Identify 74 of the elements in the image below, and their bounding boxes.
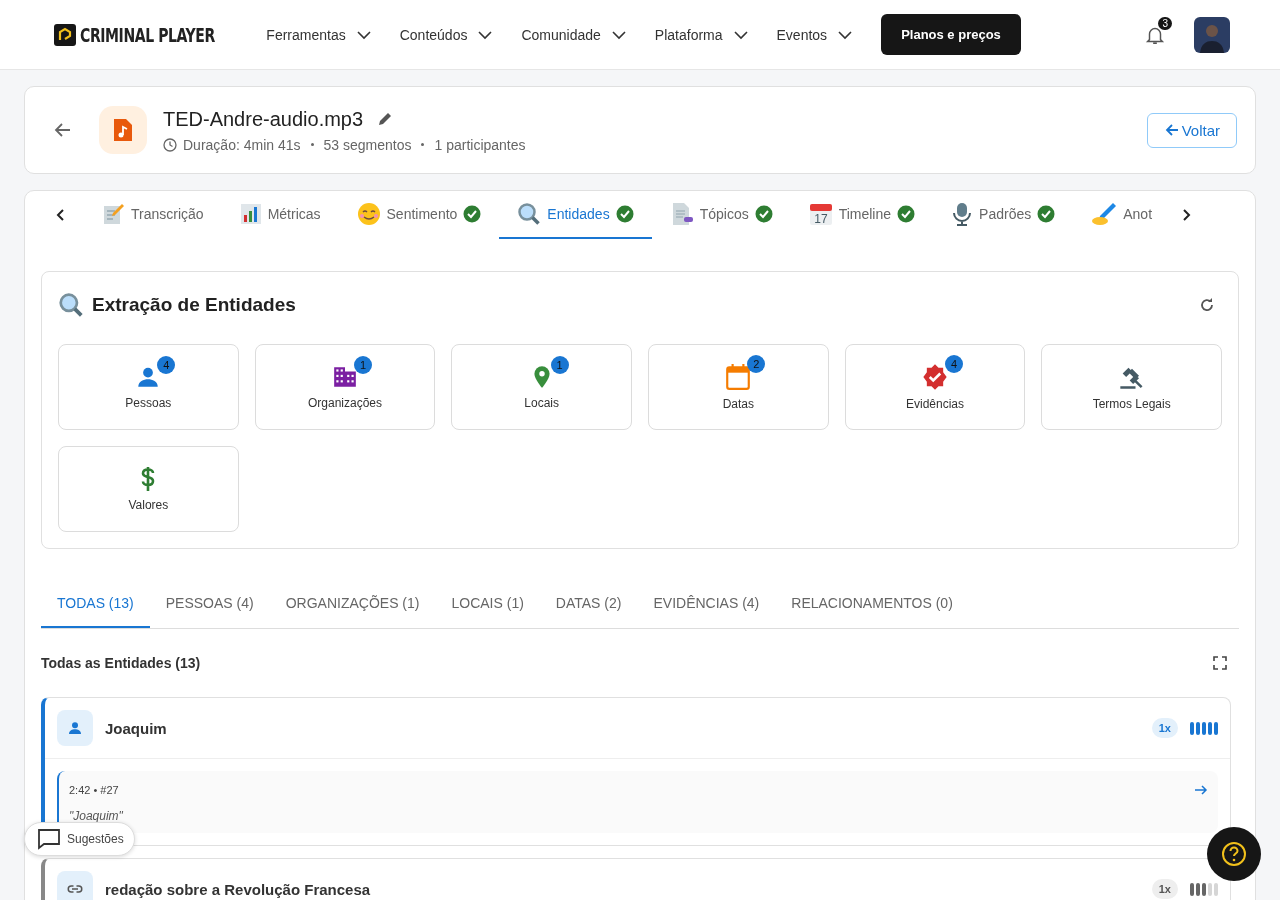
fullscreen-icon[interactable] <box>1213 656 1227 670</box>
calendar-icon <box>725 363 752 391</box>
duration-text: Duração: 4min 41s <box>183 136 301 153</box>
count-badge: 1 <box>354 356 372 374</box>
go-arrow-icon[interactable] <box>1194 783 1208 797</box>
mention-quote: "Joaquim" <box>69 809 124 823</box>
entity-name: Joaquim <box>105 719 167 737</box>
audio-file-icon <box>99 106 147 154</box>
suggestions-button[interactable]: Sugestões <box>24 822 135 856</box>
count-badge: 4 <box>945 355 963 373</box>
memo-icon <box>103 203 125 225</box>
analysis-tab[interactable]: Anot <box>1073 191 1171 239</box>
search-icon <box>517 202 542 226</box>
filter-tab[interactable]: TODAS (13) <box>41 579 150 628</box>
microphone-icon <box>951 202 974 226</box>
segments-text: 53 segmentos <box>323 136 412 153</box>
analysis-tab[interactable]: Tópicos <box>651 191 791 239</box>
analysis-tab[interactable]: Transcrição <box>85 191 222 239</box>
chevron-right-icon[interactable] <box>1180 208 1193 222</box>
logo-icon <box>54 23 76 46</box>
nav-menu[interactable]: Comunidade <box>509 20 639 49</box>
avatar[interactable] <box>1194 16 1230 53</box>
chat-icon <box>37 828 61 850</box>
refresh-icon[interactable] <box>1198 296 1216 314</box>
list-title: Todas as Entidades (13) <box>41 655 201 671</box>
section-title: Extração de Entidades <box>92 294 296 316</box>
analysis-tab[interactable]: Padrões <box>933 191 1074 239</box>
entity-type-card[interactable]: 2 Datas <box>648 344 829 430</box>
link-icon <box>57 871 93 900</box>
building-icon <box>332 364 358 390</box>
magnifier-icon <box>58 292 84 318</box>
entity-type-card[interactable]: 1 Organizações <box>254 344 436 430</box>
calendar-icon: 17 <box>808 202 833 226</box>
occurrence-badge: 1x <box>1151 718 1178 738</box>
filter-tab[interactable]: LOCAIS (1) <box>435 579 540 628</box>
file-title: TED-Andre-audio.mp3 <box>163 107 364 131</box>
filter-tab[interactable]: EVIDÊNCIAS (4) <box>637 579 776 628</box>
pencil-icon[interactable] <box>377 111 394 127</box>
back-button[interactable]: Voltar <box>1146 112 1237 148</box>
entity-type-card[interactable]: Termos Legais <box>1041 344 1222 430</box>
arrow-left-icon <box>1163 122 1180 138</box>
analysis-tab[interactable]: Métricas <box>221 191 339 239</box>
brand-name[interactable]: CRIMINAL PLAYER <box>80 23 215 46</box>
notification-badge: 3 <box>1158 16 1172 30</box>
analysis-tab[interactable]: Entidades <box>499 191 652 239</box>
analysis-tab[interactable]: 17 Timeline <box>790 191 934 239</box>
filter-tab[interactable]: PESSOAS (4) <box>149 579 270 628</box>
filter-tab[interactable]: ORGANIZAÇÕES (1) <box>269 579 436 628</box>
nav-menu[interactable]: Ferramentas <box>254 20 384 49</box>
count-badge: 2 <box>747 355 766 373</box>
nav-menu[interactable]: Plataforma <box>642 20 761 49</box>
analysis-tab[interactable]: Sentimento <box>338 191 500 239</box>
filter-tab[interactable]: DATAS (2) <box>539 579 638 628</box>
count-badge: 4 <box>157 356 176 374</box>
entity-type-card[interactable]: 1 Locais <box>451 344 632 430</box>
help-icon <box>1221 841 1247 867</box>
verified-badge-icon <box>921 363 949 391</box>
filter-tab[interactable]: RELACIONAMENTOS (0) <box>775 579 969 628</box>
bar-chart-icon <box>239 203 262 225</box>
participants-text: 1 participantes <box>434 136 526 153</box>
mention-meta: 2:42 • #27 <box>69 784 119 796</box>
entity-type-card[interactable]: 4 Evidências <box>844 344 1026 430</box>
entity-type-card[interactable]: Valores <box>58 446 239 532</box>
entity-name: redação sobre a Revolução Francesa <box>105 880 371 898</box>
entity-type-card[interactable]: 4 Pessoas <box>58 344 239 430</box>
smiling-face-icon <box>356 202 381 226</box>
plans-button[interactable]: Planos e preços <box>881 14 1021 55</box>
occurrence-badge: 1x <box>1151 879 1178 899</box>
nav-menu[interactable]: Conteúdos <box>387 20 506 49</box>
chevron-left-icon[interactable] <box>55 208 67 222</box>
person-icon <box>57 710 93 746</box>
nav-menu[interactable]: Eventos <box>764 20 866 49</box>
clock-icon <box>163 137 177 152</box>
count-badge: 1 <box>550 356 569 374</box>
